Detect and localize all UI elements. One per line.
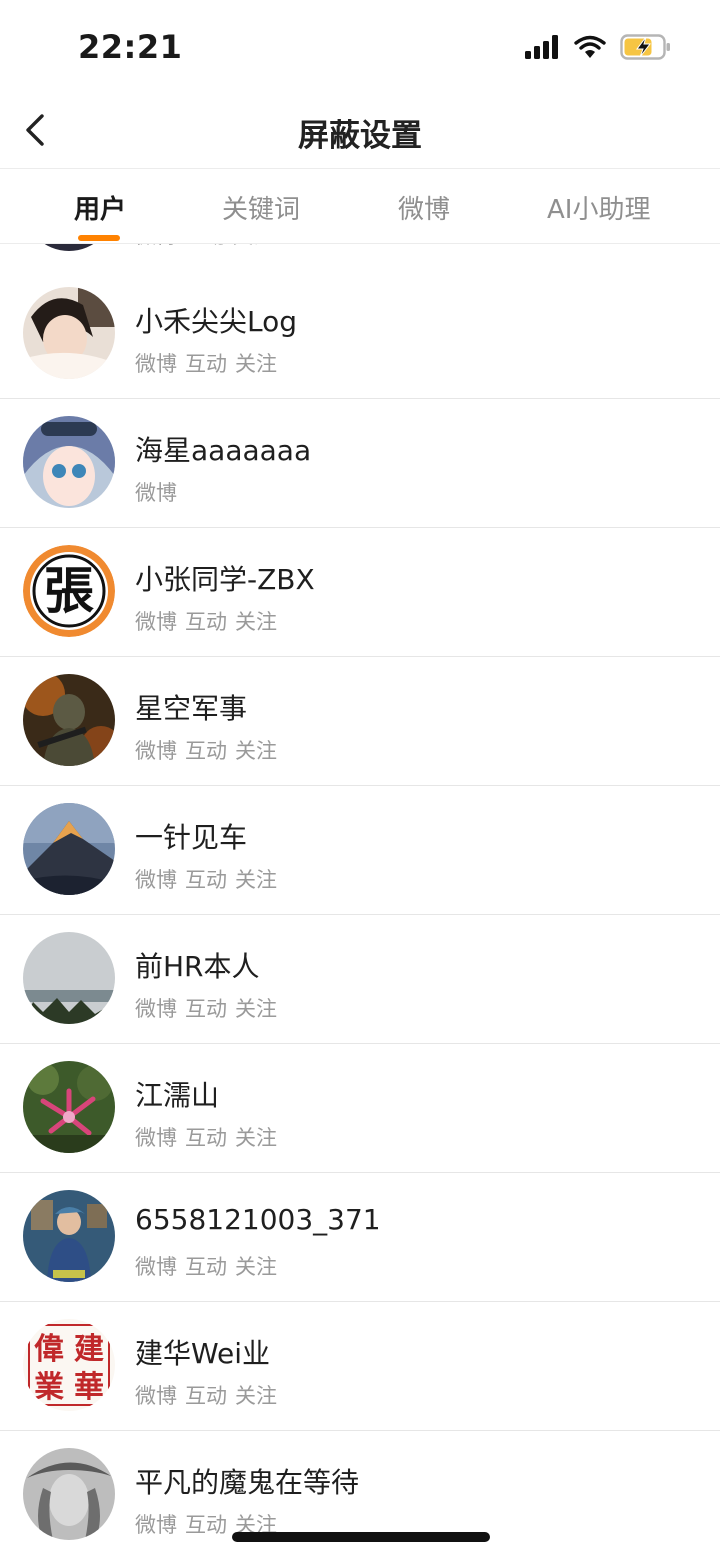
- tab-active-indicator: [78, 235, 120, 241]
- list-item[interactable]: 張 小张同学-ZBX 微博 互动 关注: [0, 528, 720, 657]
- avatar: [23, 1061, 115, 1153]
- user-meta: 微博 互动 关注: [135, 610, 277, 634]
- user-name: 江濡山: [135, 1079, 220, 1112]
- user-name: 小禾尖尖Log: [135, 305, 298, 338]
- user-name: 小张同学-ZBX: [135, 563, 315, 596]
- avatar: 偉 建 業 華: [23, 1319, 115, 1411]
- user-meta: 微博 互动 关注: [135, 1384, 277, 1408]
- wifi-icon: [574, 35, 606, 58]
- avatar: [23, 932, 115, 1024]
- list-item[interactable]: 星空军事 微博 互动 关注: [0, 657, 720, 786]
- list-item[interactable]: 江濡山 微博 互动 关注: [0, 1044, 720, 1173]
- user-name: 建华Wei业: [135, 1337, 271, 1370]
- user-name: 前HR本人: [135, 950, 260, 983]
- battery-charging-icon: [620, 34, 670, 60]
- tab-bar: 用户 关键词 微博 AI小助理: [0, 168, 720, 244]
- blocked-user-list: 微博 互动 关注 小禾尖尖Log 微博互动关注: [0, 242, 720, 1558]
- avatar: [23, 1190, 115, 1282]
- status-bar: 22:21: [0, 0, 720, 96]
- nav-bar: 屏蔽设置: [0, 96, 720, 166]
- status-icons: [524, 34, 672, 60]
- list-item[interactable]: 偉 建 業 華 建华Wei业 微博 互动 关注: [0, 1302, 720, 1431]
- avatar: [23, 1448, 115, 1540]
- user-meta: 微博 互动 关注: [135, 997, 277, 1021]
- svg-text:偉: 偉: [34, 1332, 64, 1367]
- tab-keywords[interactable]: 关键词: [222, 189, 300, 226]
- avatar: [23, 803, 115, 895]
- tab-ai-assistant[interactable]: AI小助理: [547, 189, 650, 226]
- user-name: 海星aaaaaaa: [135, 434, 312, 467]
- list-item[interactable]: 6558121003_371 微博 互动 关注: [0, 1173, 720, 1302]
- avatar: 張: [23, 545, 115, 637]
- user-name: 星空军事: [135, 692, 248, 725]
- status-time: 22:21: [78, 28, 183, 66]
- tab-users[interactable]: 用户: [74, 189, 126, 226]
- avatar: [23, 416, 115, 508]
- svg-text:張: 張: [44, 562, 94, 620]
- user-meta: 微博: [135, 481, 177, 505]
- list-item[interactable]: 海星aaaaaaa 微博: [0, 399, 720, 528]
- home-indicator[interactable]: [232, 1532, 490, 1542]
- user-meta: 微博 互动 关注: [135, 739, 277, 763]
- list-item[interactable]: 一针见车 微博 互动 关注: [0, 786, 720, 915]
- user-name: 平凡的魔鬼在等待: [135, 1466, 360, 1499]
- user-name: 6558121003_371: [135, 1203, 381, 1236]
- signal-icon: [525, 35, 558, 59]
- svg-text:建: 建: [74, 1332, 104, 1367]
- user-meta: 微博 互动 关注: [135, 352, 277, 376]
- list-item[interactable]: 小禾尖尖Log 微博 互动 关注: [0, 270, 720, 399]
- list-item[interactable]: 前HR本人 微博 互动 关注: [0, 915, 720, 1044]
- page-title: 屏蔽设置: [298, 118, 422, 154]
- svg-text:業: 業: [34, 1370, 64, 1405]
- avatar: [23, 674, 115, 766]
- svg-text:華: 華: [74, 1370, 104, 1405]
- list-item-partial[interactable]: 微博 互动 关注: [0, 242, 720, 271]
- user-meta: 微博 互动 关注: [135, 1126, 277, 1150]
- user-meta: 微博 互动 关注: [135, 1255, 277, 1279]
- user-name: 一针见车: [135, 821, 248, 854]
- avatar: [23, 287, 115, 379]
- user-meta: 微博 互动 关注: [135, 868, 277, 892]
- tab-weibo[interactable]: 微博: [398, 189, 450, 226]
